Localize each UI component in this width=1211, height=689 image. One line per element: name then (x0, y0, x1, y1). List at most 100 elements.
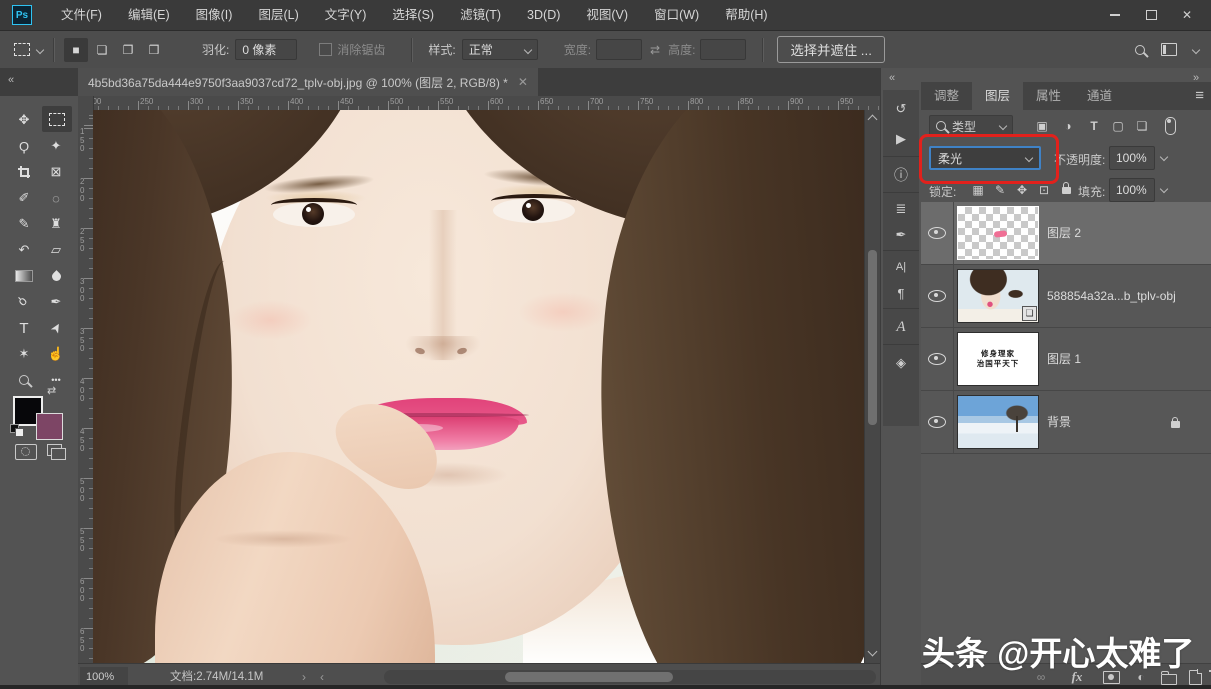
tab-layers[interactable]: 图层 (972, 82, 1023, 110)
layer-row-background[interactable]: 背景 (921, 391, 1211, 454)
select-and-mask-button[interactable]: 选择并遮住 ... (777, 36, 884, 63)
collapse-toolbar-icon[interactable]: « (8, 74, 14, 86)
close-button[interactable]: ✕ (1169, 0, 1205, 30)
height-input[interactable] (700, 39, 746, 60)
type-tool-button[interactable]: T (10, 316, 38, 340)
lock-artboard-button[interactable]: ⊡ (1034, 180, 1054, 200)
tab-properties[interactable]: 属性 (1023, 82, 1074, 110)
filter-shape-layers-button[interactable]: ▢ (1107, 115, 1129, 137)
opacity-input[interactable]: 100% (1109, 146, 1155, 170)
filter-kind-select[interactable]: 类型 (929, 115, 1013, 137)
filter-smart-objects-button[interactable]: ❏ (1131, 115, 1153, 137)
swap-colors-icon[interactable]: ⇄ (47, 384, 56, 397)
vertical-scroll-thumb[interactable] (868, 250, 877, 425)
layer-name[interactable]: 背景 (1047, 391, 1071, 453)
layer-row-layer2[interactable]: 图层 2 (921, 202, 1211, 265)
fill-input[interactable]: 100% (1109, 178, 1155, 202)
tool-preset-picker[interactable] (14, 43, 43, 56)
filter-type-layers-button[interactable]: T (1083, 115, 1105, 137)
clone-stamp-tool-button[interactable]: ♜ (42, 212, 70, 236)
layer-name[interactable]: 图层 2 (1047, 202, 1081, 264)
canvas-image[interactable] (93, 110, 864, 663)
history-panel-icon[interactable]: ↺ (883, 96, 919, 122)
visibility-toggle[interactable] (921, 265, 954, 327)
hand-tool-button[interactable]: ☝ (42, 342, 70, 366)
blur-tool-button[interactable] (42, 264, 70, 288)
shape-tool-button[interactable]: ✶ (10, 342, 38, 366)
brush-tool-button[interactable]: ✎ (10, 212, 38, 236)
default-colors-icon[interactable] (10, 424, 24, 436)
filter-pixel-layers-button[interactable]: ▣ (1031, 115, 1053, 137)
visibility-toggle[interactable] (921, 202, 954, 264)
eraser-tool-button[interactable]: ▱ (42, 238, 70, 262)
history-brush-tool-button[interactable]: ↶ (10, 238, 38, 262)
subtract-selection-button[interactable]: ❐ (116, 38, 140, 62)
panel-menu-icon[interactable]: ≡ (1195, 82, 1204, 110)
antialias-checkbox[interactable] (319, 43, 332, 56)
menu-layer[interactable]: 图层(L) (245, 0, 311, 30)
menu-3d[interactable]: 3D(D) (514, 0, 573, 30)
tab-channels[interactable]: 通道 (1074, 82, 1125, 110)
menu-filter[interactable]: 滤镜(T) (447, 0, 514, 30)
vertical-scrollbar[interactable] (864, 110, 881, 663)
lock-transparency-button[interactable]: ▦ (968, 180, 988, 200)
horizontal-scrollbar[interactable] (384, 670, 876, 684)
menu-select[interactable]: 选择(S) (379, 0, 447, 30)
blend-mode-dropdown[interactable]: 柔光 (929, 146, 1041, 170)
intersect-selection-button[interactable]: ❒ (142, 38, 166, 62)
lock-paint-button[interactable]: ✎ (990, 180, 1010, 200)
pen-tool-button[interactable]: ✒ (42, 290, 70, 314)
layer-row-layer1[interactable]: 修身理家 治国平天下 图层 1 (921, 328, 1211, 391)
actions-panel-icon[interactable]: ▶ (883, 126, 919, 152)
menu-type[interactable]: 文字(Y) (312, 0, 380, 30)
visibility-toggle[interactable] (921, 328, 954, 390)
workspace-icon[interactable] (1161, 43, 1177, 56)
style-select[interactable]: 正常 (462, 39, 538, 60)
menu-image[interactable]: 图像(I) (183, 0, 246, 30)
filter-toggle-switch[interactable] (1159, 115, 1181, 137)
lasso-tool-button[interactable]: Ϙ (10, 134, 38, 158)
brush-settings-panel-icon[interactable]: ≣ (883, 196, 919, 222)
filter-adjustment-layers-button[interactable]: ◑ (1057, 115, 1079, 137)
fill-chevron-icon[interactable] (1160, 185, 1168, 193)
crop-tool-button[interactable] (10, 160, 38, 184)
menu-view[interactable]: 视图(V) (573, 0, 641, 30)
dodge-tool-button[interactable]: ϙ (10, 290, 38, 314)
layer-row-smart-object[interactable]: ❏ 588854a32a...b_tplv-obj (921, 265, 1211, 328)
healing-brush-tool-button[interactable]: ◌ (42, 186, 70, 210)
lock-all-button[interactable] (1056, 180, 1076, 200)
scroll-up-icon[interactable] (868, 115, 878, 125)
antialias-control[interactable]: 消除锯齿 (319, 41, 385, 58)
search-icon[interactable] (1135, 45, 1145, 55)
zoom-level-input[interactable]: 100% (80, 667, 128, 687)
tab-adjustments[interactable]: 调整 (921, 82, 972, 110)
screen-mode-button[interactable] (47, 444, 62, 456)
glyphs-panel-icon[interactable]: A (883, 314, 919, 340)
paragraph-panel-icon[interactable]: ¶ (883, 280, 919, 306)
layer-name[interactable]: 图层 1 (1047, 328, 1081, 390)
layer-thumbnail[interactable]: ❏ (957, 269, 1039, 323)
opacity-chevron-icon[interactable] (1160, 153, 1168, 161)
swap-dimensions-icon[interactable]: ⇄ (650, 43, 660, 57)
minimize-button[interactable] (1097, 0, 1133, 30)
quick-mask-button[interactable] (15, 444, 37, 460)
chevron-down-icon[interactable] (1192, 45, 1200, 53)
document-tab[interactable]: 4b5bd36a75da444e9750f3aa9037cd72_tplv-ob… (78, 68, 538, 96)
path-selection-tool-button[interactable]: ➤ (42, 316, 70, 340)
maximize-button[interactable] (1133, 0, 1169, 30)
3d-panel-icon[interactable]: ◈ (883, 350, 919, 376)
layer-thumbnail[interactable]: 修身理家 治国平天下 (957, 332, 1039, 386)
collapse-dock-icon[interactable]: « (889, 72, 895, 84)
lock-position-button[interactable]: ✥ (1012, 180, 1032, 200)
layer-thumbnail[interactable] (957, 395, 1039, 449)
background-color-swatch[interactable] (36, 413, 63, 440)
menu-edit[interactable]: 编辑(E) (115, 0, 183, 30)
add-selection-button[interactable]: ❏ (90, 38, 114, 62)
character-panel-icon[interactable]: A| (883, 254, 919, 280)
zoom-tool-button[interactable] (10, 368, 38, 392)
background-lock-icon[interactable] (1171, 417, 1180, 431)
eyedropper-tool-button[interactable]: ✐ (10, 186, 38, 210)
frame-tool-button[interactable]: ⊠ (42, 160, 70, 184)
horizontal-scroll-thumb[interactable] (505, 672, 673, 682)
brushes-panel-icon[interactable]: ✒ (883, 222, 919, 248)
